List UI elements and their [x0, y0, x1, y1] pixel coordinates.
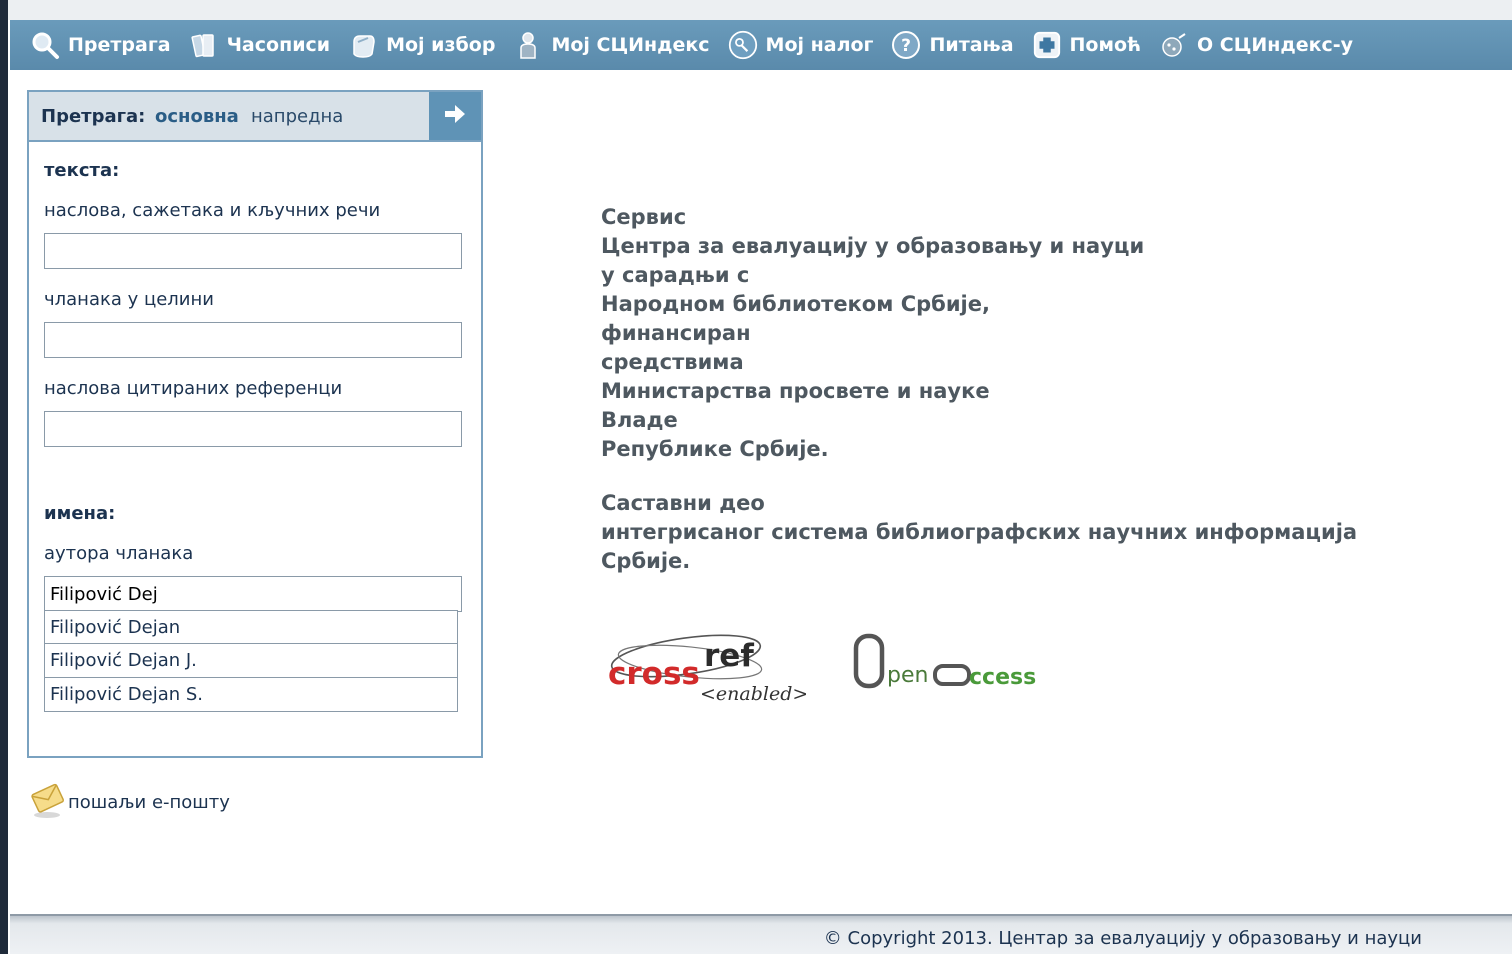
nav-my-scindex-label: Мој СЦИндекс — [551, 34, 710, 56]
open-access-logo[interactable]: pen ccess — [853, 632, 1043, 696]
nav-questions[interactable]: ? Питања — [891, 30, 1014, 60]
names-section-heading: имена: — [44, 503, 116, 524]
info-line: интегрисаног система библиографских науч… — [601, 520, 1358, 544]
autocomplete-item[interactable]: Filipović Dejan S. — [44, 678, 458, 712]
search-icon — [30, 30, 60, 60]
search-mode-basic[interactable]: основна — [155, 106, 239, 127]
arrow-right-icon — [443, 103, 467, 129]
nav-my-scindex[interactable]: Мој СЦИндекс — [513, 30, 710, 60]
about-icon — [1159, 30, 1189, 60]
author-input[interactable] — [44, 576, 462, 612]
crossref-logo[interactable]: cross ref <enabled> — [606, 628, 808, 712]
open-access-ccess-text: ccess — [969, 665, 1036, 690]
nav-search-label: Претрага — [68, 34, 171, 56]
search-panel: Претрага: основна напредна текста: насло… — [27, 90, 483, 758]
autocomplete-item[interactable]: Filipović Dejan — [44, 610, 458, 644]
nav-my-account-label: Мој налог — [765, 34, 874, 56]
main-navigation: Претрага Часописи Мој избор Мој СЦИндекс… — [10, 20, 1512, 70]
text-section-heading: текста: — [44, 160, 120, 181]
envelope-icon — [30, 780, 66, 824]
author-autocomplete-list: Filipović Dejan Filipović Dejan J. Filip… — [44, 610, 458, 712]
svg-text:?: ? — [902, 36, 912, 56]
nav-journals[interactable]: Часописи — [189, 30, 331, 60]
info-line: Републике Србије. — [601, 437, 829, 461]
my-selection-icon — [348, 30, 378, 60]
references-field-label: наслова цитираних референци — [44, 378, 343, 399]
info-line: Саставни део — [601, 491, 765, 515]
fulltext-field-label: чланака у целини — [44, 289, 214, 310]
send-email-label: пошаљи е-пошту — [68, 791, 230, 813]
nav-questions-label: Питања — [929, 34, 1014, 56]
search-title: Претрага: — [41, 106, 146, 127]
crossref-cross-text: cross — [608, 656, 700, 692]
crossref-ref-text: ref — [704, 638, 754, 674]
footer: © Copyright 2013. Центар за евалуацију у… — [10, 914, 1512, 954]
journals-icon — [189, 30, 219, 60]
info-line: Сервис — [601, 205, 687, 229]
window-edge — [0, 0, 8, 954]
nav-help-label: Помоћ — [1069, 34, 1142, 56]
titles-field-label: наслова, сажетака и кључних речи — [44, 200, 381, 221]
search-mode-advanced[interactable]: напредна — [251, 106, 343, 127]
info-line: Центра за евалуацију у образовању и науц… — [601, 234, 1145, 258]
nav-search[interactable]: Претрага — [30, 30, 171, 60]
info-line: Србије. — [601, 549, 691, 573]
autocomplete-item[interactable]: Filipović Dejan J. — [44, 644, 458, 678]
info-line: у сарадњи с — [601, 263, 750, 287]
cited-references-input[interactable] — [44, 411, 462, 447]
top-strip — [8, 0, 1512, 20]
nav-my-account[interactable]: Мој налог — [728, 30, 874, 60]
nav-journals-label: Часописи — [226, 34, 331, 56]
info-line: Народном библиотеком Србије, — [601, 292, 990, 316]
send-email-link[interactable]: пошаљи е-пошту — [30, 780, 230, 824]
open-access-pen-text: pen — [887, 663, 928, 688]
user-icon — [513, 30, 543, 60]
titles-abstracts-keywords-input[interactable] — [44, 233, 462, 269]
nav-my-selection-label: Мој избор — [386, 34, 496, 56]
help-icon — [1032, 30, 1062, 60]
author-field-label: аутора чланака — [44, 543, 194, 564]
nav-my-selection[interactable]: Мој избор — [348, 30, 495, 60]
info-line: средствима — [601, 350, 744, 374]
nav-help[interactable]: Помоћ — [1032, 30, 1142, 60]
question-icon: ? — [891, 30, 921, 60]
account-icon — [728, 30, 758, 60]
info-line: Министарства просвете и науке — [601, 379, 990, 403]
copyright-text: © Copyright 2013. Центар за евалуацију у… — [823, 928, 1422, 949]
search-panel-header: Претрага: основна напредна — [29, 92, 481, 142]
search-submit-button[interactable] — [429, 92, 481, 140]
crossref-enabled-text: <enabled> — [700, 683, 806, 705]
nav-about-label: О СЦИндекс-у — [1197, 34, 1354, 56]
service-info: Сервис Центра за евалуацију у образовању… — [601, 203, 1357, 576]
nav-about[interactable]: О СЦИндекс-у — [1159, 30, 1353, 60]
info-line: финансиран — [601, 321, 751, 345]
fulltext-input[interactable] — [44, 322, 462, 358]
info-line: Владе — [601, 408, 678, 432]
